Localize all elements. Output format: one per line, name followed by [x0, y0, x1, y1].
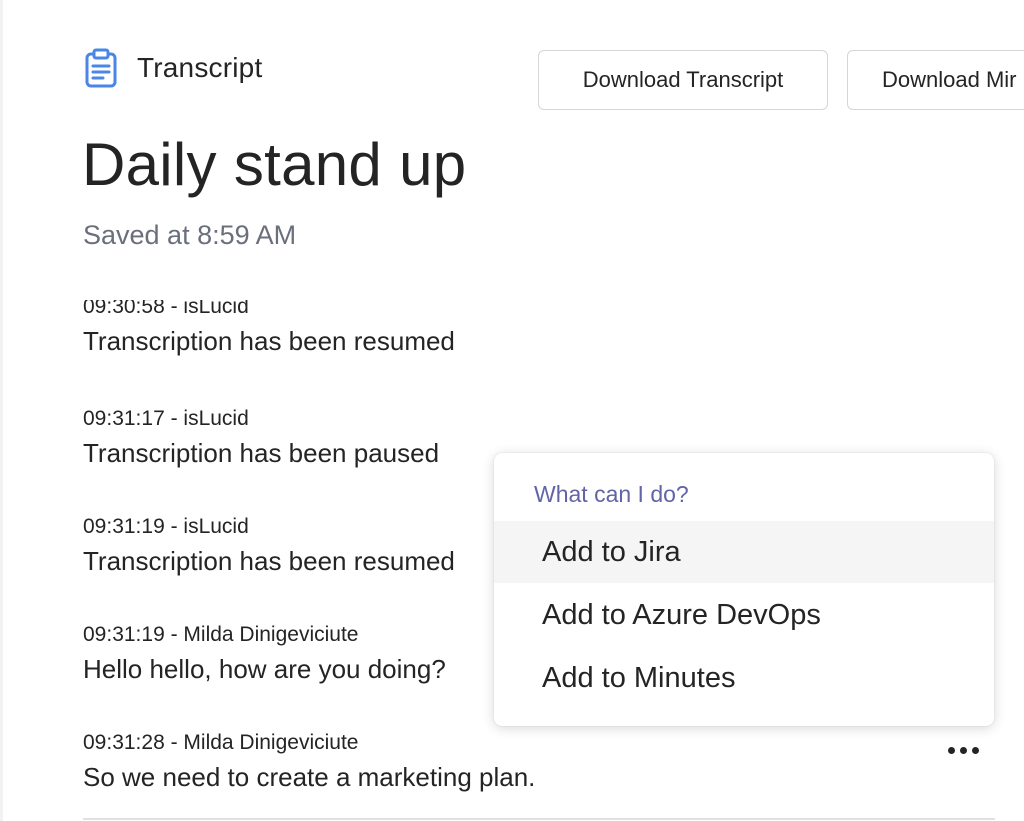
more-dot	[971, 746, 979, 754]
transcript-entry: 09:30:58 - isLucid Transcription has bee…	[83, 300, 455, 358]
more-dot	[947, 746, 955, 754]
transcript-entry: 09:31:19 - Milda Dinigeviciute Hello hel…	[83, 622, 446, 686]
entry-text: Transcription has been resumed	[83, 326, 455, 356]
saved-status: Saved at 8:59 AM	[83, 220, 297, 250]
more-horizontal-icon[interactable]	[938, 737, 988, 763]
menu-item-add-to-jira[interactable]: Add to Jira	[494, 521, 994, 583]
entry-text: Transcription has been paused	[83, 438, 440, 468]
menu-item-add-to-minutes[interactable]: Add to Minutes	[494, 647, 994, 709]
transcript-header: Transcript	[83, 48, 262, 88]
context-menu: What can I do? Add to Jira Add to Azure …	[494, 453, 994, 726]
entry-text: So we need to create a marketing plan.	[83, 762, 536, 792]
download-minutes-button[interactable]: Download Mir	[847, 50, 1024, 110]
entry-meta: 09:31:17 - isLucid	[83, 407, 249, 430]
entry-meta: 09:30:58 - isLucid	[83, 300, 249, 318]
entry-text: Transcription has been resumed	[83, 546, 455, 576]
section-label: Transcript	[137, 52, 263, 83]
more-dot	[959, 746, 967, 754]
entry-meta: 09:31:19 - Milda Dinigeviciute	[83, 623, 359, 646]
entry-meta: 09:31:28 - Milda Dinigeviciute	[83, 731, 359, 754]
download-transcript-button[interactable]: Download Transcript	[538, 50, 828, 110]
transcript-page: Transcript Download Transcript Download …	[0, 0, 1024, 821]
clipboard-icon	[83, 48, 119, 88]
entry-text: Hello hello, how are you doing?	[83, 654, 446, 684]
transcript-entry: 09:31:17 - isLucid Transcription has bee…	[83, 406, 439, 470]
transcript-entry: 09:31:28 - Milda Dinigeviciute So we nee…	[83, 730, 535, 794]
transcript-divider	[83, 818, 995, 820]
page-title: Daily stand up	[82, 131, 467, 198]
menu-heading: What can I do?	[534, 481, 689, 507]
entry-meta: 09:31:19 - isLucid	[83, 515, 249, 538]
transcript-entry: 09:31:19 - isLucid Transcription has bee…	[83, 514, 455, 578]
menu-item-add-to-azure-devops[interactable]: Add to Azure DevOps	[494, 584, 994, 646]
